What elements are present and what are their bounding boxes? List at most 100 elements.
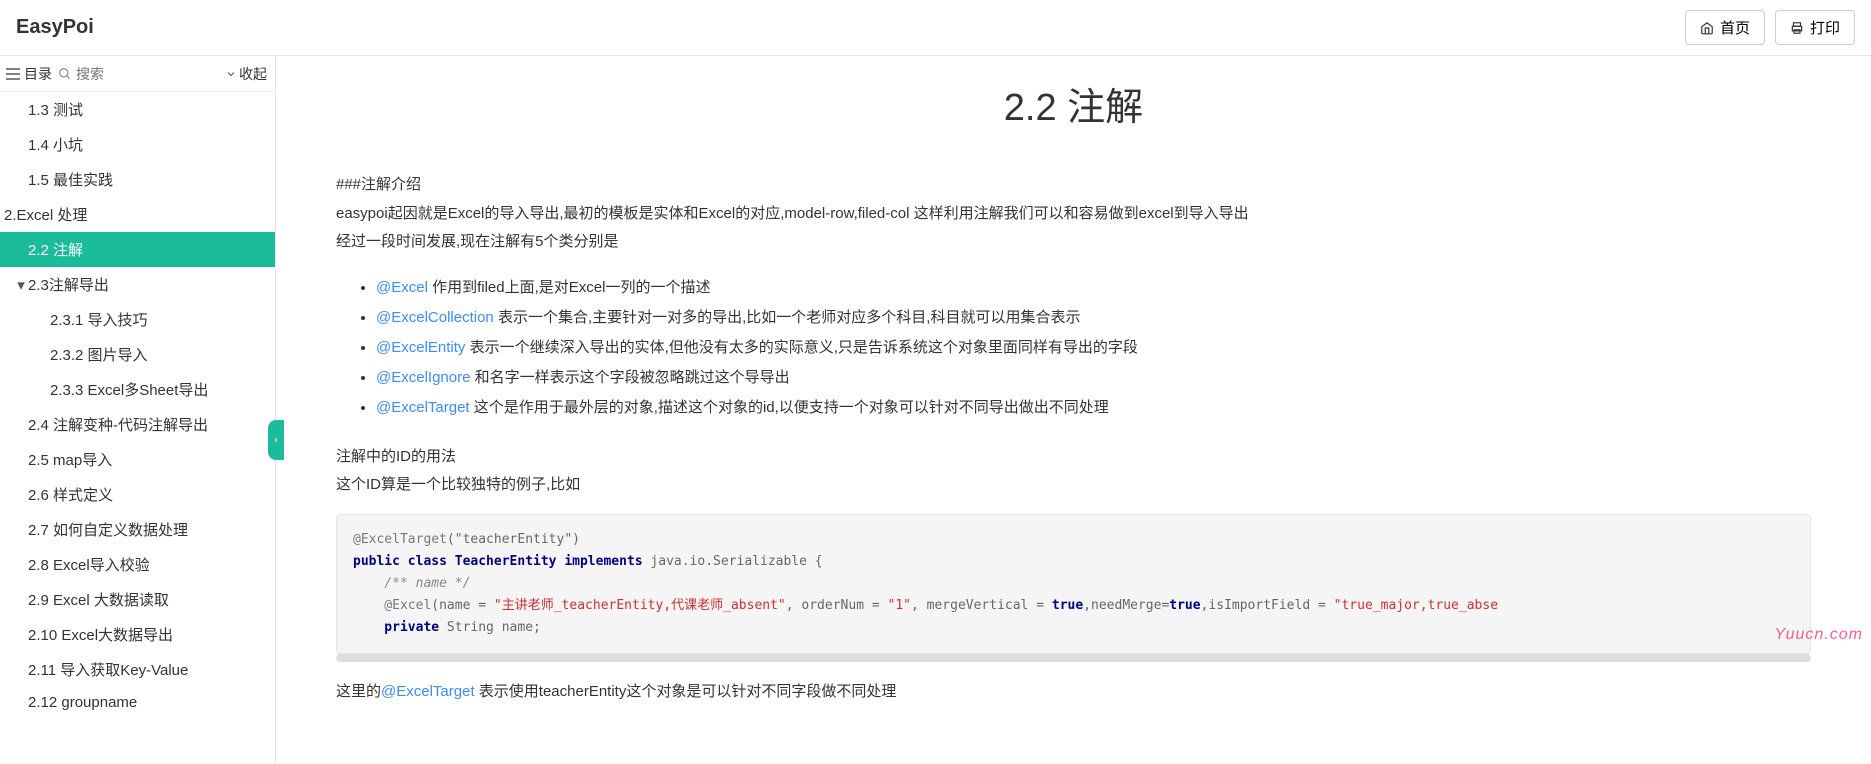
toc-item-label: 2.6 样式定义 bbox=[28, 487, 113, 504]
directory-label: 目录 bbox=[24, 64, 52, 84]
code-scrollbar[interactable] bbox=[336, 654, 1811, 662]
toc-item-label: 2.12 groupname bbox=[28, 694, 137, 711]
watermark: Yuucn.com bbox=[1775, 626, 1863, 644]
toc-item-label: 1.4 小坑 bbox=[28, 137, 83, 154]
print-label: 打印 bbox=[1810, 17, 1840, 38]
chevron-down-icon bbox=[225, 68, 237, 80]
list-item: @ExcelEntity 表示一个继续深入导出的实体,但他没有太多的实际意义,只… bbox=[376, 333, 1811, 363]
annotation-link[interactable]: @ExcelEntity bbox=[376, 339, 465, 356]
code-annotation: @Excel bbox=[353, 598, 431, 613]
toc-item-label: 2.7 如何自定义数据处理 bbox=[28, 522, 188, 539]
toc-item[interactable]: 2.11 导入获取Key-Value bbox=[0, 652, 275, 687]
code-text: , orderNum = bbox=[786, 598, 888, 613]
intro-p2: 经过一段时间发展,现在注解有5个类分别是 bbox=[336, 228, 1811, 257]
toc-item[interactable]: 2.3.2 图片导入 bbox=[0, 337, 275, 372]
code-text: ,needMerge= bbox=[1083, 598, 1169, 613]
code-string: "1" bbox=[888, 598, 911, 613]
list-item: @ExcelIgnore 和名字一样表示这个字段被忽略跳过这个导导出 bbox=[376, 363, 1811, 393]
toc-item-label: 2.8 Excel导入校验 bbox=[28, 557, 150, 574]
footer-text-pre: 这里的 bbox=[336, 683, 381, 700]
list-item-text: 这个是作用于最外层的对象,描述这个对象的id,以便支持一个对象可以针对不同导出做… bbox=[470, 399, 1109, 416]
code-block: @ExcelTarget("teacherEntity") public cla… bbox=[336, 514, 1811, 654]
toc-item[interactable]: 2.10 Excel大数据导出 bbox=[0, 617, 275, 652]
code-keyword: implements bbox=[557, 554, 651, 569]
chevron-left-icon bbox=[272, 434, 280, 446]
code-keyword: true bbox=[1169, 598, 1200, 613]
id-usage-p2: 这个ID算是一个比较独特的例子,比如 bbox=[336, 471, 1811, 500]
toc-item[interactable]: 2.4 注解变种-代码注解导出 bbox=[0, 407, 275, 442]
code-text: String name; bbox=[447, 620, 541, 635]
sidebar-toolbar: 目录 收起 bbox=[0, 56, 275, 92]
toc-item[interactable]: ▾2.3注解导出 bbox=[0, 267, 275, 302]
intro-heading: ###注解介绍 bbox=[336, 171, 1811, 200]
home-icon bbox=[1700, 21, 1714, 35]
toc-item-label: 2.4 注解变种-代码注解导出 bbox=[28, 417, 208, 434]
annotation-link[interactable]: @ExcelCollection bbox=[376, 309, 494, 326]
home-label: 首页 bbox=[1720, 17, 1750, 38]
annotation-link[interactable]: @Excel bbox=[376, 279, 428, 296]
code-string: "主讲老师_teacherEntity,代课老师_absent" bbox=[494, 598, 786, 613]
caret-icon: ▾ bbox=[14, 276, 28, 294]
header-buttons: 首页 打印 bbox=[1685, 10, 1855, 45]
toc-item-label: 2.3.3 Excel多Sheet导出 bbox=[50, 382, 208, 399]
table-of-contents: 1.3 测试1.4 小坑1.5 最佳实践2.Excel 处理2.2 注解▾2.3… bbox=[0, 92, 275, 718]
code-keyword: true bbox=[1052, 598, 1083, 613]
logo: EasyPoi bbox=[16, 16, 94, 39]
footer-link[interactable]: @ExcelTarget bbox=[381, 683, 475, 700]
search-input[interactable] bbox=[76, 66, 176, 82]
toc-item-label: 2.9 Excel 大数据读取 bbox=[28, 592, 169, 609]
toc-item-label: 2.2 注解 bbox=[28, 242, 83, 259]
code-annotation: @ExcelTarget bbox=[353, 532, 447, 547]
toc-item[interactable]: 2.3.3 Excel多Sheet导出 bbox=[0, 372, 275, 407]
search-icon bbox=[58, 67, 72, 81]
toc-item-label: 1.5 最佳实践 bbox=[28, 172, 113, 189]
id-usage-p1: 注解中的ID的用法 bbox=[336, 443, 1811, 472]
directory-toggle[interactable]: 目录 bbox=[0, 64, 58, 84]
list-item: @Excel 作用到filed上面,是对Excel一列的一个描述 bbox=[376, 273, 1811, 303]
print-button[interactable]: 打印 bbox=[1775, 10, 1855, 45]
annotation-link[interactable]: @ExcelIgnore bbox=[376, 369, 470, 386]
menu-icon bbox=[6, 68, 20, 80]
toc-item-label: 2.3注解导出 bbox=[28, 277, 109, 294]
toc-item-label: 2.3.1 导入技巧 bbox=[50, 312, 148, 329]
collapse-toggle[interactable]: 收起 bbox=[225, 64, 275, 84]
code-text: ("teacherEntity") bbox=[447, 532, 580, 547]
toc-item-label: 2.10 Excel大数据导出 bbox=[28, 627, 173, 644]
code-text: ,isImportField = bbox=[1201, 598, 1334, 613]
list-item-text: 和名字一样表示这个字段被忽略跳过这个导导出 bbox=[470, 369, 789, 386]
list-item: @ExcelCollection 表示一个集合,主要针对一对多的导出,比如一个老… bbox=[376, 303, 1811, 333]
toc-item[interactable]: 2.7 如何自定义数据处理 bbox=[0, 512, 275, 547]
toc-item[interactable]: 1.4 小坑 bbox=[0, 127, 275, 162]
layout: 目录 收起 1.3 测试 1.4 小坑 1.5 最佳实践 2.Excel 处理 2.2 … bbox=[0, 56, 1871, 764]
toc-item[interactable]: 2.2 注解 bbox=[0, 232, 275, 267]
toc-item[interactable]: 2.12 groupname bbox=[0, 687, 275, 718]
code-string: "true_major,true_abse bbox=[1334, 598, 1498, 613]
annotation-list: @Excel 作用到filed上面,是对Excel一列的一个描述@ExcelCo… bbox=[376, 273, 1811, 423]
annotation-link[interactable]: @ExcelTarget bbox=[376, 399, 470, 416]
content: ###注解介绍 easypoi起因就是Excel的导入导出,最初的模板是实体和E… bbox=[336, 171, 1811, 706]
toc-item[interactable]: 2.8 Excel导入校验 bbox=[0, 547, 275, 582]
list-item: @ExcelTarget 这个是作用于最外层的对象,描述这个对象的id,以便支持… bbox=[376, 393, 1811, 423]
toc-item-label: 2.3.2 图片导入 bbox=[50, 347, 148, 364]
code-text: java.io.Serializable { bbox=[650, 554, 822, 569]
code-keyword: public class bbox=[353, 554, 455, 569]
sidebar-collapse-handle[interactable] bbox=[268, 420, 284, 460]
code-text: (name = bbox=[431, 598, 494, 613]
intro-p1: easypoi起因就是Excel的导入导出,最初的模板是实体和Excel的对应,… bbox=[336, 200, 1811, 229]
toc-item[interactable]: 2.Excel 处理 bbox=[0, 197, 275, 232]
list-item-text: 表示一个集合,主要针对一对多的导出,比如一个老师对应多个科目,科目就可以用集合表… bbox=[494, 309, 1081, 326]
toc-item[interactable]: 2.9 Excel 大数据读取 bbox=[0, 582, 275, 617]
toc-item[interactable]: 2.6 样式定义 bbox=[0, 477, 275, 512]
sidebar: 目录 收起 1.3 测试 1.4 小坑 1.5 最佳实践 2.Excel 处理 2.2 … bbox=[0, 56, 276, 764]
toc-item-label: 2.11 导入获取Key-Value bbox=[28, 662, 188, 679]
list-item-text: 表示一个继续深入导出的实体,但他没有太多的实际意义,只是告诉系统这个对象里面同样… bbox=[465, 339, 1138, 356]
header: EasyPoi 首页 打印 bbox=[0, 0, 1871, 56]
collapse-label: 收起 bbox=[239, 64, 267, 84]
toc-item[interactable]: 1.5 最佳实践 bbox=[0, 162, 275, 197]
footer-paragraph: 这里的@ExcelTarget 表示使用teacherEntity这个对象是可以… bbox=[336, 678, 1811, 707]
home-button[interactable]: 首页 bbox=[1685, 10, 1765, 45]
toc-item[interactable]: 1.3 测试 bbox=[0, 92, 275, 127]
toc-item[interactable]: 2.3.1 导入技巧 bbox=[0, 302, 275, 337]
toc-item-label: 1.3 测试 bbox=[28, 102, 83, 119]
toc-item[interactable]: 2.5 map导入 bbox=[0, 442, 275, 477]
